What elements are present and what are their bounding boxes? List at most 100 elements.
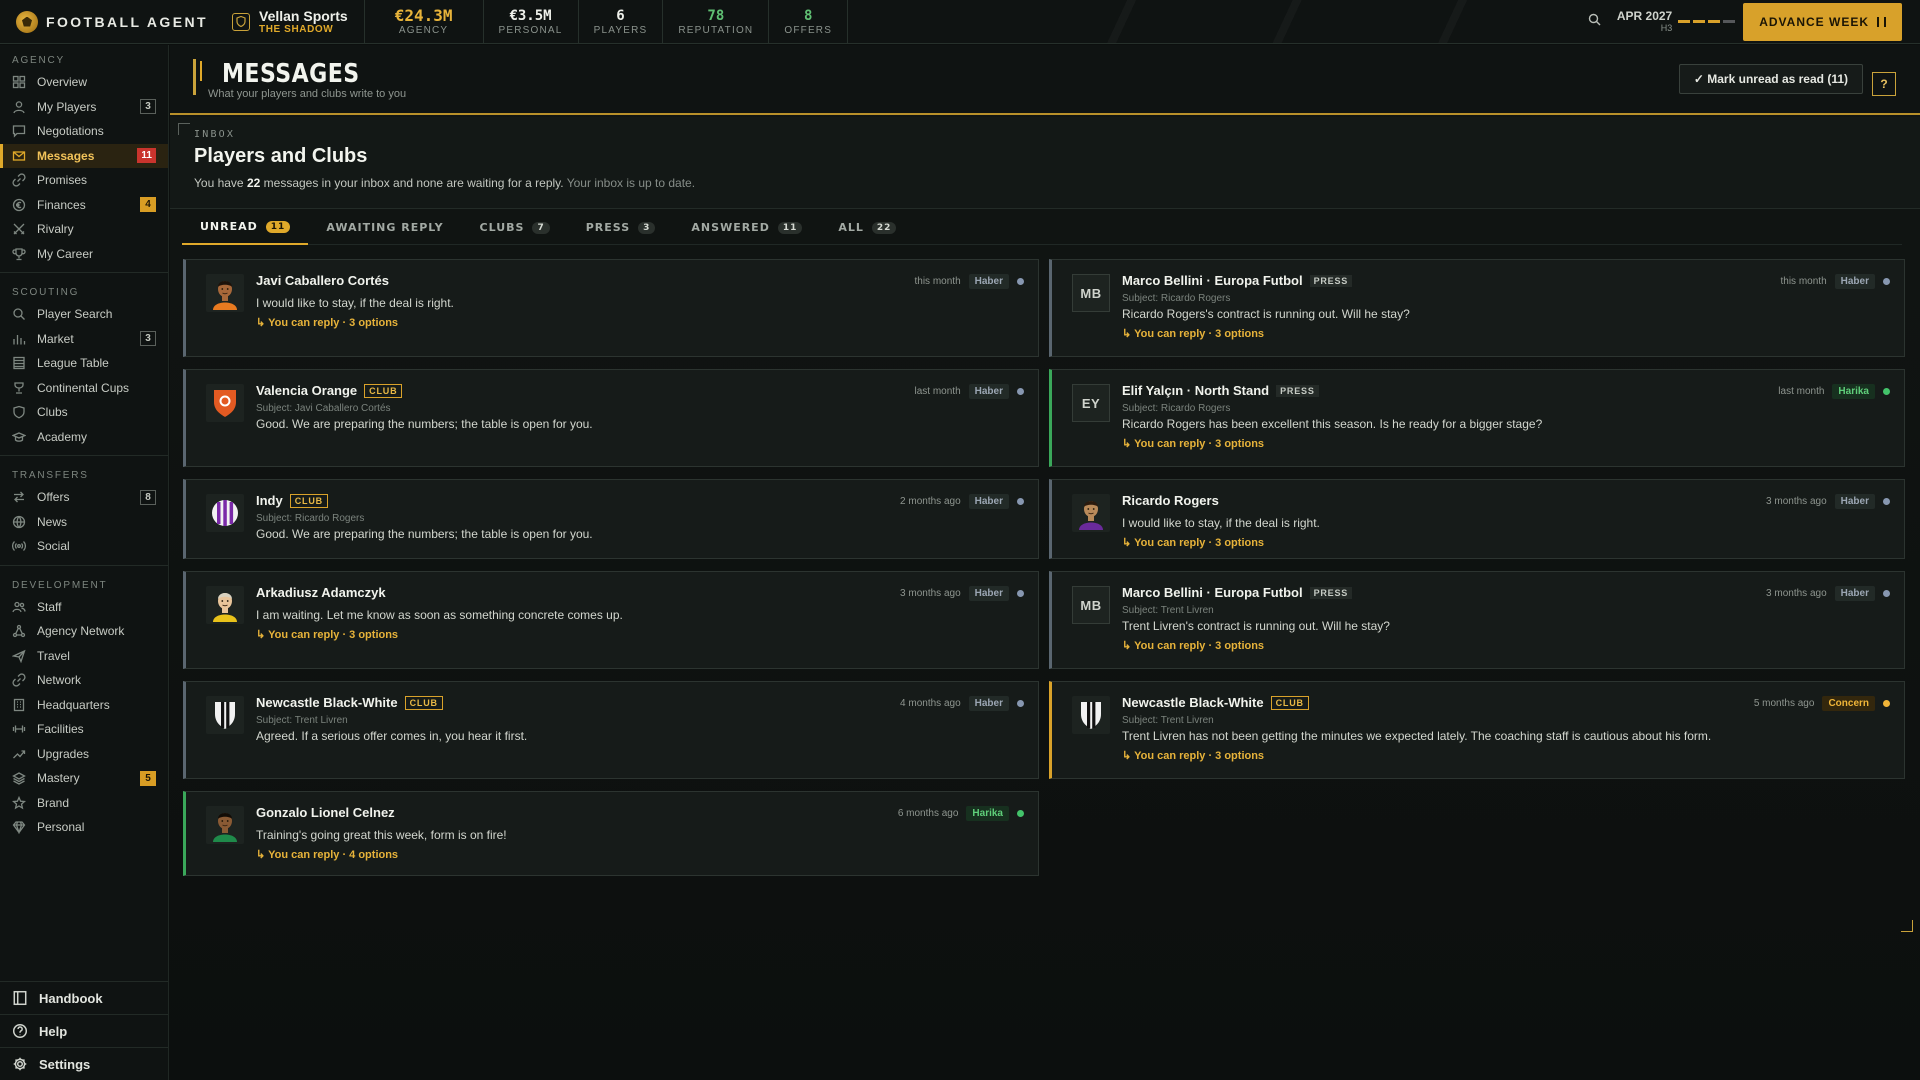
message-card[interactable]: Valencia Orange CLUB last month Haber Subjec…: [183, 369, 1039, 467]
shield-icon: [12, 405, 26, 419]
status-badge: Haber: [1834, 274, 1875, 289]
message-card[interactable]: MB Marco Bellini · Europa Futbol PRESS this…: [1049, 259, 1905, 357]
sidebar-item-overview[interactable]: Overview: [0, 70, 168, 95]
tab-answered[interactable]: ANSWERED 11: [673, 210, 820, 245]
sidebar-item-label: My Career: [37, 246, 94, 261]
sidebar-item-rivalry[interactable]: Rivalry: [0, 217, 168, 242]
sidebar-divider: [0, 564, 168, 566]
sender-line: Ricardo Rogers: [1122, 493, 1219, 508]
reply-link[interactable]: ↳ You can reply · 3 options: [1122, 437, 1264, 450]
sidebar-item-label: Help: [39, 1023, 68, 1039]
cup-icon: [12, 381, 26, 395]
message-meta: 3 months ago Haber: [900, 586, 1024, 601]
sidebar-item-negotiations[interactable]: Negotiations: [0, 119, 168, 144]
status-badge: Haber: [1834, 586, 1875, 601]
sidebar-item-finances[interactable]: Finances 4: [0, 193, 168, 218]
status-badge: Concern: [1822, 696, 1875, 711]
message-card[interactable]: MB Marco Bellini · Europa Futbol PRESS 3 mo…: [1049, 571, 1905, 669]
sidebar-item-agency-network[interactable]: Agency Network: [0, 619, 168, 644]
sidebar-item-mastery[interactable]: Mastery 5: [0, 766, 168, 791]
mark-unread-read-button[interactable]: ✓ Mark unread as read (11): [1678, 64, 1863, 94]
sidebar-item-settings[interactable]: Settings: [0, 1047, 168, 1080]
app-logo[interactable]: FOOTBALL AGENT: [0, 10, 216, 33]
reply-link[interactable]: ↳ You can reply · 3 options: [1122, 536, 1264, 549]
sender-line: Gonzalo Lionel Celnez: [256, 805, 395, 820]
reply-link[interactable]: ↳ You can reply · 3 options: [1122, 327, 1264, 340]
message-card[interactable]: EY Elif Yalçın · North Stand PRESS last mon…: [1049, 369, 1905, 467]
sidebar-item-offers[interactable]: Offers 8: [0, 485, 168, 510]
sidebar-item-continental-cups[interactable]: Continental Cups: [0, 376, 168, 401]
sidebar-item-label: Finances: [37, 197, 86, 212]
message-card[interactable]: Indy CLUB 2 months ago Haber Subject: Ricard…: [183, 479, 1039, 559]
reply-link[interactable]: ↳ You can reply · 3 options: [1122, 639, 1264, 652]
tab-unread[interactable]: UNREAD 11: [182, 210, 309, 245]
sidebar-item-player-search[interactable]: Player Search: [0, 302, 168, 327]
club-crest: [206, 384, 244, 422]
sidebar-item-news[interactable]: News: [0, 510, 168, 535]
sidebar-item-personal[interactable]: Personal: [0, 815, 168, 840]
stat-value: 8: [804, 7, 813, 24]
reply-link[interactable]: ↳ You can reply · 3 options: [256, 628, 398, 641]
help-button[interactable]: ?: [1872, 72, 1896, 96]
message-meta: this month Haber: [915, 274, 1024, 289]
message-card[interactable]: Ricardo Rogers 3 months ago Haber I would l…: [1049, 479, 1905, 559]
advance-week-button[interactable]: ADVANCE WEEK: [1743, 2, 1902, 41]
tab-press[interactable]: PRESS 3: [568, 210, 674, 245]
sidebar-item-market[interactable]: Market 3: [0, 327, 168, 352]
desc-prefix: You have: [194, 176, 244, 190]
sidebar-item-travel[interactable]: Travel: [0, 644, 168, 669]
sidebar-item-staff[interactable]: Staff: [0, 595, 168, 620]
sidebar-item-headquarters[interactable]: Headquarters: [0, 693, 168, 718]
search-icon[interactable]: [1588, 13, 1601, 31]
sidebar-item-label: News: [37, 514, 68, 529]
tab-clubs[interactable]: CLUBS 7: [462, 210, 568, 245]
sidebar-item-my-career[interactable]: My Career: [0, 242, 168, 267]
sidebar-item-label: Travel: [37, 648, 70, 663]
status-badge: Haber: [968, 494, 1009, 509]
graduation-icon: [12, 430, 26, 444]
reply-link[interactable]: ↳ You can reply · 3 options: [1122, 749, 1264, 762]
sidebar-item-my-players[interactable]: My Players 3: [0, 95, 168, 120]
message-card[interactable]: Newcastle Black-White CLUB 5 months ago Con…: [1049, 681, 1905, 779]
message-card[interactable]: Arkadiusz Adamczyk 3 months ago Haber I am …: [183, 571, 1039, 669]
status-dot: [1017, 498, 1024, 505]
tab-awaiting-reply[interactable]: AWAITING REPLY: [308, 210, 461, 245]
sidebar-section-transfers: TRANSFERS: [12, 470, 89, 481]
sidebar-item-messages[interactable]: Messages 11: [0, 143, 168, 168]
message-card[interactable]: Gonzalo Lionel Celnez 6 months ago Harika T…: [183, 791, 1039, 876]
inbox-description: You have 22 messages in your inbox and n…: [194, 176, 695, 190]
sidebar-item-help[interactable]: Help: [0, 1014, 168, 1047]
title-accent-small: [200, 61, 202, 81]
sidebar-item-promises[interactable]: Promises: [0, 168, 168, 193]
sidebar-item-upgrades[interactable]: Upgrades: [0, 742, 168, 767]
sidebar-badge: 3: [140, 331, 156, 347]
sidebar-item-facilities[interactable]: Facilities: [0, 717, 168, 742]
reply-link[interactable]: ↳ You can reply · 4 options: [256, 848, 398, 861]
sidebar-item-social[interactable]: Social: [0, 534, 168, 559]
sender-initials: EY: [1072, 384, 1110, 422]
desc-mid: messages in your inbox and none are wait…: [263, 176, 564, 190]
message-meta: last month Haber: [915, 384, 1024, 399]
sidebar-item-label: Offers: [37, 490, 70, 505]
sidebar-item-clubs[interactable]: Clubs: [0, 400, 168, 425]
tab-all[interactable]: ALL 22: [820, 210, 914, 245]
message-body: Trent Livren's contract is running out. …: [1122, 619, 1390, 633]
sidebar-item-label: Staff: [37, 599, 62, 614]
message-subject: Subject: Ricardo Rogers: [1122, 403, 1231, 414]
reply-link[interactable]: ↳ You can reply · 3 options: [256, 316, 398, 329]
message-card[interactable]: Newcastle Black-White CLUB 4 months ago Hab…: [183, 681, 1039, 779]
sidebar-item-academy[interactable]: Academy: [0, 425, 168, 450]
sidebar-item-label: Rivalry: [37, 222, 74, 237]
stat-personal: €3.5M PERSONAL: [484, 0, 579, 43]
message-card[interactable]: Javi Caballero Cortés this month Haber I wo…: [183, 259, 1039, 357]
sidebar-item-network[interactable]: Network: [0, 668, 168, 693]
agency-identity[interactable]: Vellan Sports THE SHADOW: [216, 0, 365, 43]
press-tag: PRESS: [1276, 384, 1319, 397]
sidebar-item-handbook[interactable]: Handbook: [0, 981, 168, 1014]
inbox-header: INBOX Players and Clubs You have 22 mess…: [170, 117, 1920, 209]
star-icon: [12, 795, 26, 810]
sidebar-item-brand[interactable]: Brand: [0, 791, 168, 816]
sidebar-item-league-table[interactable]: League Table: [0, 351, 168, 376]
player-avatar: [206, 274, 244, 312]
message-meta: 5 months ago Concern: [1754, 696, 1890, 711]
